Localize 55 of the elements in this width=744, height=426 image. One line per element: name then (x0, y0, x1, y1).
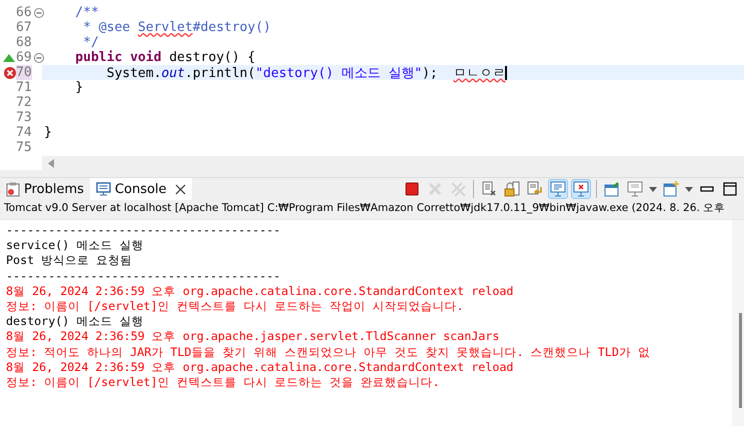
console-line: 8월 26, 2024 2:36:59 오후 org.apache.catalina.core.StandardContext reload (6, 284, 514, 300)
line-number: 70 (16, 65, 32, 80)
double-x-icon (450, 181, 466, 197)
document-x-icon (481, 181, 497, 197)
line-number: 74 (16, 125, 32, 140)
console-line: --------------------------------------- (6, 268, 282, 284)
view-tab[interactable]: Problems (0, 178, 90, 200)
maximize-icon (723, 182, 737, 196)
console-line: 정보: 이름이 [/servlet]인 컨텍스트를 다시 로드하는 작업이 시작되었습니다. (6, 299, 465, 314)
stop-icon (405, 182, 419, 196)
line-number: 73 (16, 110, 32, 125)
collapse-icon[interactable] (34, 8, 44, 18)
collapse-icon[interactable] (34, 52, 44, 62)
code-line: /** (74, 5, 99, 20)
code-line: System.out.println("destory() 메소드 실행"); ㅁㄴㅇㄹ (106, 64, 508, 82)
console-description: Tomcat v9.0 Server at localhost [Apache Tomcat] C:₩Program Files₩Amazon Corretto₩jdk17.0.11_9₩bin₩javaw.exe (2024. 8. 26. 오후 (0, 200, 744, 220)
line-number: 72 (16, 95, 32, 110)
code-editor[interactable]: 66 /** 67 * @see Servlet#destroy() 68 */ 69 public void destroy() { 70 System.out.println("destory() 메소드 실행"); ㅁㄴㅇㄹ 71 } 72 73 74 } 75 (0, 0, 744, 170)
vertical-scrollbar[interactable] (732, 220, 744, 426)
line-number: 68 (16, 35, 32, 50)
code-line: */ (82, 35, 99, 50)
dropdown-caret-icon (649, 186, 657, 192)
console-line: service() 메소드 실행 (6, 238, 144, 254)
clipboard-warning-icon (6, 182, 20, 196)
line-number: 75 (16, 140, 32, 155)
monitor-error-icon (573, 181, 589, 197)
console-line: destory() 메소드 실행 (6, 314, 144, 330)
document-arrow-icon (527, 181, 543, 197)
console-line: 정보: 적어도 하나의 JAR가 TLD들을 찾기 위해 스캔되었으나 아무 것도 찾지 못했습니다. 스캔했으나 TLD가 없 (6, 344, 651, 360)
console-line: --------------------------------------- (6, 223, 282, 238)
code-line: } (74, 80, 84, 95)
line-number: 66 (16, 5, 32, 20)
horizontal-scrollbar[interactable] (42, 156, 744, 170)
lock-icon (504, 181, 520, 197)
console-line: Post 방식으로 요청됨 (6, 253, 134, 269)
code-line: public void destroy() { (74, 50, 256, 65)
view-tab[interactable]: Console (90, 178, 192, 200)
code-line: } (43, 125, 52, 140)
scroll-left-icon[interactable] (48, 158, 54, 168)
line-number: 71 (16, 80, 32, 95)
new-window-icon (663, 181, 679, 197)
console-line: 정보: 이름이 [/servlet]인 컨텍스트를 다시 로드하는 것을 완료했습니다. (6, 375, 441, 390)
close-icon[interactable] (174, 184, 186, 194)
monitor-icon (627, 181, 643, 197)
minimize-icon (700, 186, 714, 192)
line-number: 69 (16, 50, 32, 65)
monitor-icon (550, 181, 566, 197)
pin-window-icon (604, 181, 620, 197)
console-line: 8월 26, 2024 2:36:59 오후 org.apache.catalina.core.StandardContext reload (6, 360, 514, 376)
line-number: 67 (16, 20, 32, 35)
monitor-icon (96, 182, 111, 196)
code-line: * @see Servlet#destroy() (82, 20, 271, 35)
dropdown-caret-icon (685, 186, 693, 192)
console-line: 8월 26, 2024 2:36:59 오후 org.apache.jasper.servlet.TldScanner scanJars (6, 329, 500, 345)
x-icon (428, 182, 442, 196)
